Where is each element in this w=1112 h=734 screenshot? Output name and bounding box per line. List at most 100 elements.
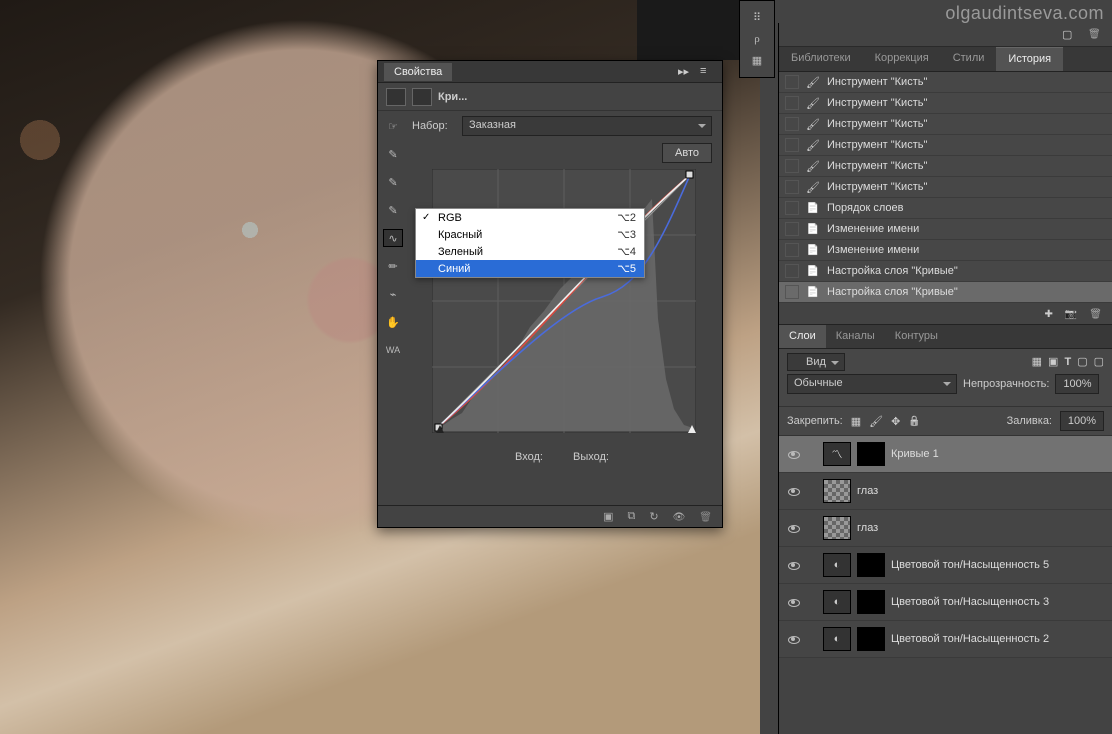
layer-row[interactable]: глаз xyxy=(779,510,1112,547)
smooth-tool-icon[interactable]: ⌁ xyxy=(383,285,403,303)
history-checkbox[interactable] xyxy=(785,243,799,257)
layer-row[interactable]: глаз xyxy=(779,473,1112,510)
new-snapshot-icon[interactable] xyxy=(1062,28,1076,42)
properties-titlebar[interactable]: Свойства ▸▸ ≡ xyxy=(378,61,722,83)
filter-adjust-icon[interactable] xyxy=(1048,355,1058,368)
layer-name[interactable]: Кривые 1 xyxy=(891,448,939,460)
create-document-icon[interactable] xyxy=(1044,308,1052,320)
visibility-toggle-icon[interactable] xyxy=(785,631,801,647)
layer-row[interactable]: 〽Кривые 1 xyxy=(779,436,1112,473)
history-item[interactable]: Инструмент "Кисть" xyxy=(779,114,1112,135)
history-item[interactable]: Порядок слоев xyxy=(779,198,1112,219)
history-checkbox[interactable] xyxy=(785,159,799,173)
tab-стили[interactable]: Стили xyxy=(941,47,997,71)
mask-icon[interactable] xyxy=(412,88,432,106)
visibility-toggle-icon[interactable] xyxy=(785,594,801,610)
tab-библиотеки[interactable]: Библиотеки xyxy=(779,47,863,71)
layer-mask-thumb[interactable] xyxy=(857,627,885,651)
layer-thumb[interactable] xyxy=(823,516,851,540)
history-item[interactable]: Инструмент "Кисть" xyxy=(779,135,1112,156)
filter-pixel-icon[interactable] xyxy=(1032,355,1042,368)
toggle-visibility-icon[interactable] xyxy=(673,511,686,523)
layer-thumb[interactable] xyxy=(823,479,851,503)
history-checkbox[interactable] xyxy=(785,96,799,110)
auto-button[interactable]: Авто xyxy=(662,143,712,163)
white-eyedropper-icon[interactable]: ✎ xyxy=(383,145,403,163)
lock-transparent-icon[interactable] xyxy=(851,415,861,428)
delete-state-icon[interactable] xyxy=(1089,308,1102,320)
layer-filter-select[interactable]: Вид xyxy=(787,353,845,371)
layers-tab-слои[interactable]: Слои xyxy=(779,325,826,348)
filter-shape-icon[interactable] xyxy=(1077,355,1087,368)
history-item[interactable]: Настройка слоя "Кривые" xyxy=(779,261,1112,282)
layer-row[interactable]: ◐Цветовой тон/Насыщенность 3 xyxy=(779,584,1112,621)
channel-menu-item[interactable]: Зеленый⌥4 xyxy=(416,243,644,260)
history-checkbox[interactable] xyxy=(785,180,799,194)
layer-name[interactable]: Цветовой тон/Насыщенность 2 xyxy=(891,633,1049,645)
tab-коррекция[interactable]: Коррекция xyxy=(863,47,941,71)
channel-menu-item[interactable]: RGB⌥2 xyxy=(416,209,644,226)
dock-handle-icon[interactable]: ⠿ xyxy=(744,7,770,28)
layer-name[interactable]: глаз xyxy=(857,485,878,497)
history-checkbox[interactable] xyxy=(785,264,799,278)
layer-row[interactable]: ◐Цветовой тон/Насыщенность 5 xyxy=(779,547,1112,584)
history-item[interactable]: Настройка слоя "Кривые" xyxy=(779,282,1112,303)
history-item[interactable]: Инструмент "Кисть" xyxy=(779,72,1112,93)
history-item[interactable]: Инструмент "Кисть" xyxy=(779,177,1112,198)
layer-name[interactable]: глаз xyxy=(857,522,878,534)
channel-menu-item[interactable]: Синий⌥5 xyxy=(416,260,644,277)
history-checkbox[interactable] xyxy=(785,117,799,131)
channel-menu-item[interactable]: Красный⌥3 xyxy=(416,226,644,243)
layer-mask-thumb[interactable] xyxy=(857,442,885,466)
layers-tab-каналы[interactable]: Каналы xyxy=(826,325,885,348)
visibility-toggle-icon[interactable] xyxy=(785,446,801,462)
paragraph-glyph-icon[interactable]: ρ xyxy=(744,28,770,49)
layer-mask-thumb[interactable] xyxy=(857,553,885,577)
filter-smart-icon[interactable] xyxy=(1094,355,1104,368)
lock-all-icon[interactable] xyxy=(908,415,920,427)
history-checkbox[interactable] xyxy=(785,285,799,299)
layer-mask-thumb[interactable] xyxy=(857,590,885,614)
history-item[interactable]: Изменение имени xyxy=(779,240,1112,261)
history-checkbox[interactable] xyxy=(785,201,799,215)
panel-menu-icon[interactable]: ≡ xyxy=(700,65,716,79)
opacity-value[interactable]: 100% xyxy=(1055,374,1099,394)
delete-adjustment-icon[interactable] xyxy=(699,511,712,523)
on-image-tool-icon[interactable]: ☞ xyxy=(383,117,403,135)
visibility-toggle-icon[interactable] xyxy=(785,520,801,536)
lock-pixels-icon[interactable] xyxy=(869,415,883,428)
hand-tool-icon[interactable]: ✋ xyxy=(383,313,403,331)
history-checkbox[interactable] xyxy=(785,222,799,236)
properties-tab[interactable]: Свойства xyxy=(384,63,452,81)
visibility-toggle-icon[interactable] xyxy=(785,557,801,573)
layers-tab-контуры[interactable]: Контуры xyxy=(885,325,948,348)
channel-menu[interactable]: RGB⌥2Красный⌥3Зеленый⌥4Синий⌥5 xyxy=(415,208,645,278)
curve-point-tool-icon[interactable]: ∿ xyxy=(383,229,403,247)
collapse-icon[interactable]: ▸▸ xyxy=(678,65,694,79)
snapshot-icon[interactable] xyxy=(1065,308,1077,320)
history-checkbox[interactable] xyxy=(785,138,799,152)
dock-item-icon[interactable]: ▦ xyxy=(744,50,770,71)
gray-eyedropper-icon[interactable]: ✎ xyxy=(383,173,403,191)
layer-name[interactable]: Цветовой тон/Насыщенность 3 xyxy=(891,596,1049,608)
history-item[interactable]: Инструмент "Кисть" xyxy=(779,93,1112,114)
delete-icon[interactable] xyxy=(1088,28,1102,42)
blend-mode-select[interactable]: Обычные xyxy=(787,374,957,394)
fill-value[interactable]: 100% xyxy=(1060,411,1104,431)
clip-to-layer-icon[interactable] xyxy=(603,510,613,523)
history-item[interactable]: Инструмент "Кисть" xyxy=(779,156,1112,177)
history-checkbox[interactable] xyxy=(785,75,799,89)
tab-история[interactable]: История xyxy=(996,47,1063,71)
reset-icon[interactable] xyxy=(649,510,658,523)
layer-row[interactable]: ◐Цветовой тон/Насыщенность 2 xyxy=(779,621,1112,658)
black-eyedropper-icon[interactable]: ✎ xyxy=(383,201,403,219)
layer-name[interactable]: Цветовой тон/Насыщенность 5 xyxy=(891,559,1049,571)
histogram-options-icon[interactable]: WA xyxy=(383,341,403,359)
lock-position-icon[interactable] xyxy=(891,415,900,428)
curve-pencil-tool-icon[interactable]: ✏ xyxy=(383,257,403,275)
filter-type-icon[interactable] xyxy=(1064,356,1071,368)
visibility-toggle-icon[interactable] xyxy=(785,483,801,499)
previous-state-icon[interactable] xyxy=(628,510,636,523)
preset-select[interactable]: Заказная xyxy=(462,116,712,136)
history-item[interactable]: Изменение имени xyxy=(779,219,1112,240)
